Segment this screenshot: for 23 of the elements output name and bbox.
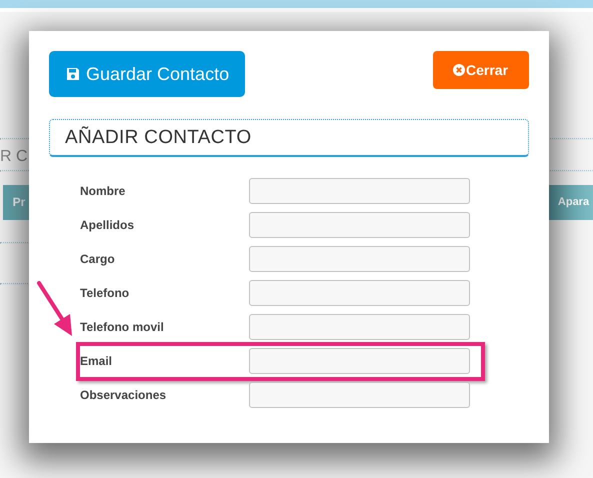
field-label: Telefono movil <box>80 320 165 334</box>
input-field[interactable] <box>249 280 470 306</box>
save-icon <box>66 67 80 81</box>
field-label: Cargo <box>80 252 116 266</box>
save-contact-button[interactable]: Guardar Contacto <box>49 51 245 97</box>
close-circle-icon <box>453 64 465 76</box>
input-field[interactable] <box>249 246 470 272</box>
field-label: Nombre <box>80 184 126 198</box>
field-label: Telefono <box>80 286 130 300</box>
field-label: Observaciones <box>80 388 168 402</box>
page-heading: R C <box>0 148 28 167</box>
annotation-arrow <box>37 281 72 336</box>
close-button[interactable]: Cerrar <box>433 51 529 89</box>
form-title: AÑADIR CONTACTO <box>49 119 529 157</box>
field-label: Apellidos <box>80 218 136 232</box>
tab[interactable]: Apara <box>549 185 593 220</box>
field-label: Email <box>80 354 114 368</box>
input-field[interactable] <box>249 382 470 408</box>
input-field[interactable] <box>249 212 470 238</box>
input-field[interactable] <box>249 314 470 340</box>
input-field[interactable] <box>249 348 470 374</box>
input-field[interactable] <box>249 178 470 204</box>
tab[interactable]: Pr <box>3 185 29 220</box>
